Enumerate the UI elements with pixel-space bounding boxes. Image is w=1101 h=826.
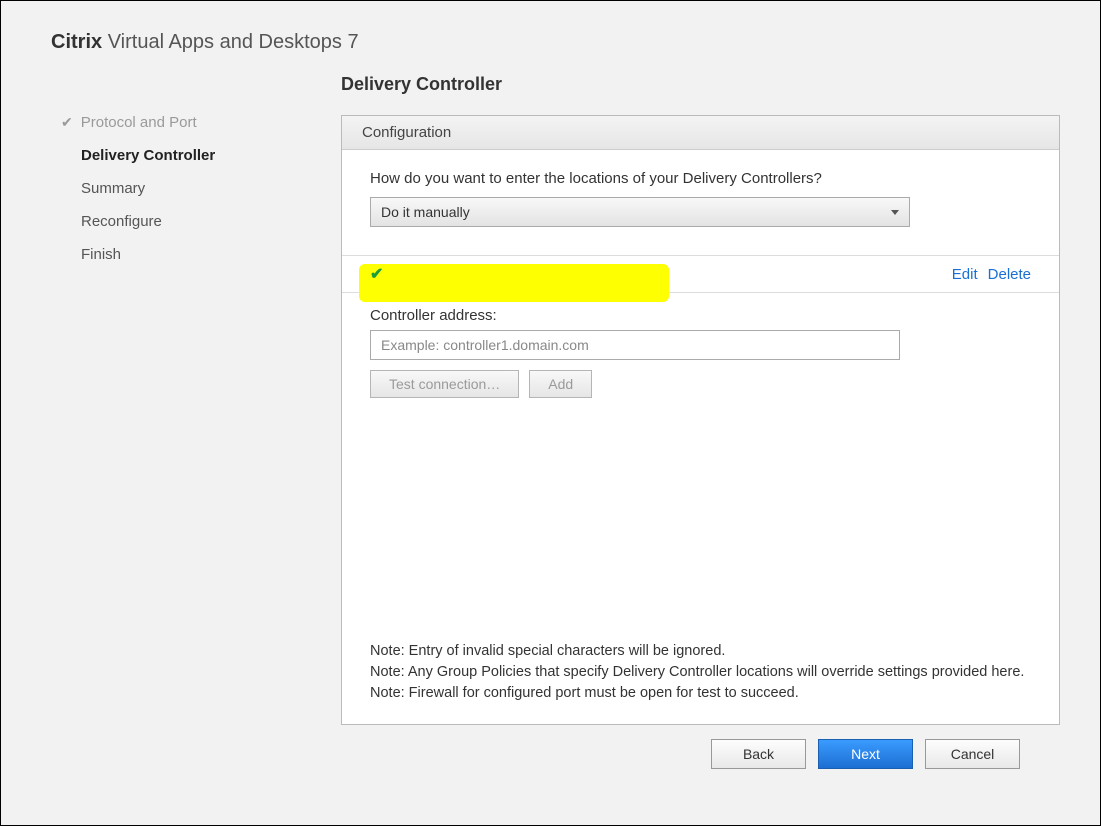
step-label: Reconfigure (81, 213, 162, 230)
step-reconfigure[interactable]: Reconfigure (61, 213, 301, 230)
panel-header: Configuration (342, 116, 1059, 150)
step-summary[interactable]: Summary (61, 180, 301, 197)
content-area: Delivery Controller Configuration How do… (301, 74, 1100, 768)
wizard-footer: Back Next Cancel (341, 725, 1060, 769)
step-label: Protocol and Port (81, 114, 197, 131)
step-protocol-and-port[interactable]: ✔ Protocol and Port (61, 114, 301, 131)
controller-address-input[interactable] (370, 330, 900, 360)
note-line: Note: Entry of invalid special character… (370, 641, 1031, 662)
wizard-window: Citrix Virtual Apps and Desktops 7 ✔ Pro… (1, 1, 1100, 825)
step-label: Finish (81, 246, 121, 263)
entry-mode-question: How do you want to enter the locations o… (370, 170, 1031, 187)
next-button[interactable]: Next (818, 739, 913, 769)
dropdown-selected: Do it manually (381, 204, 470, 220)
checkmark-icon: ✔ (61, 114, 73, 131)
test-connection-button[interactable]: Test connection… (370, 370, 519, 398)
controller-address-label: Controller address: (370, 307, 1031, 324)
edit-controller-link[interactable]: Edit (952, 266, 978, 283)
step-label: Summary (81, 180, 145, 197)
cancel-button[interactable]: Cancel (925, 739, 1020, 769)
add-controller-button[interactable]: Add (529, 370, 592, 398)
panel-body: How do you want to enter the locations o… (342, 150, 1059, 724)
delete-controller-link[interactable]: Delete (988, 266, 1031, 283)
success-check-icon: ✔ (370, 264, 383, 284)
step-delivery-controller[interactable]: Delivery Controller (61, 147, 301, 164)
brand-name: Citrix (51, 31, 102, 53)
notes-block: Note: Entry of invalid special character… (370, 623, 1031, 714)
configuration-panel: Configuration How do you want to enter t… (341, 115, 1060, 725)
redacted-highlight (359, 264, 669, 302)
controller-entry-row: ✔ Edit Delete (342, 255, 1059, 293)
note-line: Note: Firewall for configured port must … (370, 683, 1031, 704)
step-finish[interactable]: Finish (61, 246, 301, 263)
wizard-sidebar: ✔ Protocol and Port Delivery Controller … (1, 74, 301, 768)
note-line: Note: Any Group Policies that specify De… (370, 662, 1031, 683)
product-name: Virtual Apps and Desktops 7 (108, 31, 359, 53)
step-label: Delivery Controller (81, 147, 215, 164)
page-title: Delivery Controller (341, 74, 1060, 95)
entry-mode-dropdown[interactable]: Do it manually (370, 197, 910, 227)
app-header: Citrix Virtual Apps and Desktops 7 (1, 1, 1100, 74)
back-button[interactable]: Back (711, 739, 806, 769)
